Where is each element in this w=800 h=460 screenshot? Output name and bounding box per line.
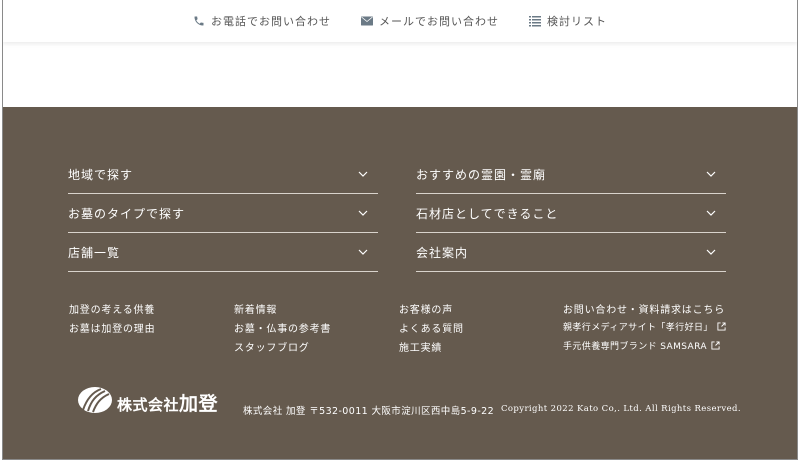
list-icon <box>529 15 541 27</box>
footer-link-koukou-media[interactable]: 親孝行メディアサイト「孝行好日」 <box>563 320 726 333</box>
footer-link-works[interactable]: 施工実績 <box>399 339 442 354</box>
external-link-icon <box>717 322 726 331</box>
consideration-list-label: 検討リスト <box>547 15 607 28</box>
accordion-label: 石材店としてできること <box>416 206 559 221</box>
accordion-company-info[interactable]: 会社案内 <box>416 233 726 272</box>
footer-link-customer-voice[interactable]: お客様の声 <box>399 301 453 316</box>
logo-wordmark: 株式会社加登 <box>117 389 218 416</box>
accordion-label: 地域で探す <box>68 167 134 182</box>
chevron-down-icon <box>706 171 726 177</box>
chevron-down-icon <box>706 210 726 216</box>
contact-bar: お電話でお問い合わせ メールでお問い合わせ 検討リスト <box>3 0 797 42</box>
copyright-text: Copyright 2022 Kato Co,. Ltd. All Rights… <box>501 404 741 414</box>
footer-link-kuyou-philosophy[interactable]: 加登の考える供養 <box>69 301 155 316</box>
accordion-recommended-cemeteries[interactable]: おすすめの霊園・霊廟 <box>416 155 726 194</box>
phone-contact-label: お電話でお問い合わせ <box>211 15 331 28</box>
chevron-down-icon <box>358 171 378 177</box>
phone-contact-link[interactable]: お電話でお問い合わせ <box>193 13 331 29</box>
logo-prefix: 株式会社 <box>117 395 180 414</box>
footer-link-staff-blog[interactable]: スタッフブログ <box>234 339 310 354</box>
external-link-icon <box>711 341 720 350</box>
company-address: 株式会社 加登 〒532-0011 大阪市淀川区西中島5-9-22 <box>243 406 495 417</box>
site-footer: 地域で探す お墓のタイプで探す 店舗一覧 おすすめの霊園・霊廟 石材店としてでき… <box>3 107 797 459</box>
phone-icon <box>193 15 205 27</box>
footer-link-why-kato[interactable]: お墓は加登の理由 <box>69 320 155 335</box>
mail-icon <box>361 16 373 26</box>
chevron-down-icon <box>358 210 378 216</box>
accordion-label: 店舗一覧 <box>68 245 121 260</box>
accordion-label: 会社案内 <box>416 245 469 260</box>
consideration-list-link[interactable]: 検討リスト <box>529 13 607 29</box>
chevron-down-icon <box>358 249 378 255</box>
mail-contact-link[interactable]: メールでお問い合わせ <box>361 13 499 29</box>
footer-link-reference-book[interactable]: お墓・仏事の参考書 <box>234 320 331 335</box>
footer-link-contact-request[interactable]: お問い合わせ・資料請求はこちら <box>563 301 725 316</box>
footer-link-label: 手元供養専門ブランド SAMSARA <box>563 342 707 352</box>
accordion-label: おすすめの霊園・霊廟 <box>416 167 547 182</box>
accordion-label: お墓のタイプで探す <box>68 206 186 221</box>
chevron-down-icon <box>706 249 726 255</box>
accordion-grave-type-search[interactable]: お墓のタイプで探す <box>68 194 378 233</box>
footer-link-news[interactable]: 新着情報 <box>234 301 277 316</box>
page-frame: お電話でお問い合わせ メールでお問い合わせ 検討リスト 地域で探す お墓のタイプ… <box>2 0 798 460</box>
kato-emblem-icon <box>77 386 113 418</box>
footer-link-faq[interactable]: よくある質問 <box>399 320 464 335</box>
logo-name: 加登 <box>179 392 219 415</box>
company-logo[interactable]: 株式会社加登 <box>77 386 218 418</box>
accordion-area-search[interactable]: 地域で探す <box>68 155 378 194</box>
footer-link-label: 親孝行メディアサイト「孝行好日」 <box>563 323 713 333</box>
mail-contact-label: メールでお問い合わせ <box>379 15 499 28</box>
footer-link-samsara[interactable]: 手元供養専門ブランド SAMSARA <box>563 339 720 352</box>
accordion-stone-services[interactable]: 石材店としてできること <box>416 194 726 233</box>
accordion-store-list[interactable]: 店舗一覧 <box>68 233 378 272</box>
